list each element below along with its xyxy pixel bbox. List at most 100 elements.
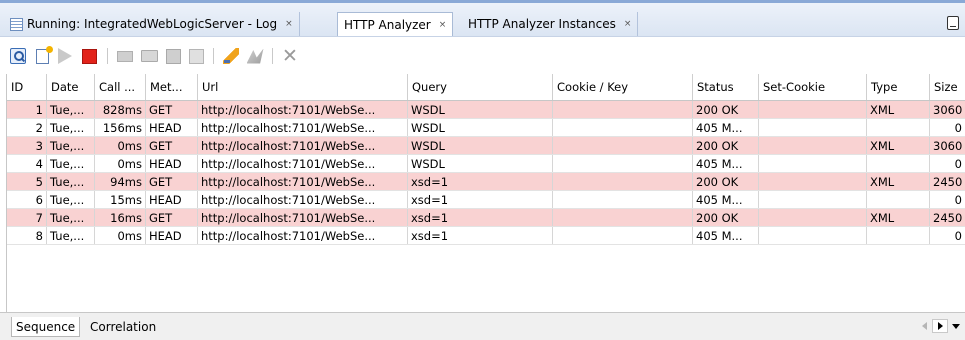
cell-query: xsd=1	[408, 227, 553, 245]
toolbar-separator	[213, 48, 214, 64]
cell-status: 405 M...	[693, 119, 759, 137]
replay-icon[interactable]	[246, 47, 264, 65]
cell-call-time: 94ms	[95, 173, 146, 191]
column-cookie-key[interactable]: Cookie / Key	[553, 74, 693, 100]
column-method[interactable]: Met...	[146, 74, 198, 100]
clear-icon[interactable]	[116, 47, 134, 65]
table-header: ID Date Call ... Met... Url Query Cookie…	[7, 74, 965, 101]
table-row[interactable]: 2 Tue,... 156ms HEAD http://localhost:7101/W…	[7, 119, 965, 137]
cell-type: XML	[867, 173, 930, 191]
cell-cookie-key	[553, 191, 693, 209]
cell-size: 2450	[930, 209, 965, 227]
save-icon[interactable]	[164, 47, 182, 65]
column-set-cookie[interactable]: Set-Cookie	[759, 74, 867, 100]
cell-size: 0	[930, 191, 965, 209]
cell-method: GET	[146, 209, 198, 227]
cell-method: GET	[146, 101, 198, 119]
cell-url: http://localhost:7101/WebSe...	[198, 191, 408, 209]
table-row[interactable]: 8 Tue,... 0ms HEAD http://localhost:7101/Web…	[7, 227, 965, 245]
delete-icon[interactable]: ✕	[281, 47, 299, 66]
cell-query: xsd=1	[408, 173, 553, 191]
column-call[interactable]: Call ...	[95, 74, 146, 100]
analyzer-toolbar: ✕	[0, 36, 965, 73]
search-icon[interactable]	[9, 47, 27, 65]
cell-method: HEAD	[146, 191, 198, 209]
cell-call-time: 0ms	[95, 227, 146, 245]
tab-list-dropdown-icon[interactable]	[950, 320, 962, 332]
cell-query: xsd=1	[408, 191, 553, 209]
cell-call-time: 156ms	[95, 119, 146, 137]
cell-url: http://localhost:7101/WebSe...	[198, 227, 408, 245]
cell-call-time: 0ms	[95, 155, 146, 173]
column-query[interactable]: Query	[408, 74, 553, 100]
cell-type	[867, 191, 930, 209]
tab-bar-accent	[0, 0, 965, 3]
cell-set-cookie	[759, 227, 867, 245]
cell-method: GET	[146, 173, 198, 191]
tab-sequence[interactable]: Sequence	[11, 317, 81, 337]
cell-query: WSDL	[408, 119, 553, 137]
column-date[interactable]: Date	[47, 74, 95, 100]
cell-date: Tue,...	[47, 101, 95, 119]
cell-date: Tue,...	[47, 191, 95, 209]
start-icon[interactable]	[56, 47, 74, 65]
column-type[interactable]: Type	[867, 74, 930, 100]
cell-url: http://localhost:7101/WebSe...	[198, 119, 408, 137]
toolbar-separator	[272, 48, 273, 64]
open-icon[interactable]	[140, 47, 158, 65]
cell-cookie-key	[553, 209, 693, 227]
tab-http-analyzer-instances[interactable]: HTTP Analyzer Instances ×	[462, 12, 639, 36]
cell-status: 405 M...	[693, 155, 759, 173]
minimize-icon[interactable]	[947, 16, 959, 30]
cell-cookie-key	[553, 101, 693, 119]
cell-url: http://localhost:7101/WebSe...	[198, 173, 408, 191]
table-row[interactable]: 1 Tue,... 828ms GET http://localhost:7101/We…	[7, 101, 965, 119]
new-request-icon[interactable]	[33, 45, 53, 65]
cell-size: 0	[930, 119, 965, 137]
cell-date: Tue,...	[47, 209, 95, 227]
tab-weblogic-log[interactable]: Running: IntegratedWebLogicServer - Log …	[4, 12, 300, 36]
tab-correlation[interactable]: Correlation	[86, 317, 160, 337]
cell-id: 5	[7, 173, 47, 191]
cell-url: http://localhost:7101/WebSe...	[198, 155, 408, 173]
edit-request-icon[interactable]	[222, 47, 240, 65]
cell-date: Tue,...	[47, 119, 95, 137]
close-icon[interactable]: ×	[285, 19, 293, 29]
cell-status: 200 OK	[693, 209, 759, 227]
cell-id: 8	[7, 227, 47, 245]
cell-status: 405 M...	[693, 227, 759, 245]
scroll-left-icon[interactable]	[918, 320, 930, 332]
table-row[interactable]: 5 Tue,... 94ms GET http://localhost:7101/Web…	[7, 173, 965, 191]
cell-date: Tue,...	[47, 155, 95, 173]
cell-type	[867, 227, 930, 245]
tab-http-analyzer[interactable]: HTTP Analyzer ×	[337, 12, 454, 36]
http-message-table: ID Date Call ... Met... Url Query Cookie…	[6, 74, 965, 312]
cell-call-time: 0ms	[95, 137, 146, 155]
column-status[interactable]: Status	[693, 74, 759, 100]
cell-status: 200 OK	[693, 137, 759, 155]
table-row[interactable]: 3 Tue,... 0ms GET http://localhost:7101/WebS…	[7, 137, 965, 155]
cell-cookie-key	[553, 137, 693, 155]
cell-size: 0	[930, 155, 965, 173]
close-icon[interactable]: ×	[624, 19, 632, 29]
cell-status: 200 OK	[693, 173, 759, 191]
tab-label: Running: IntegratedWebLogicServer - Log	[27, 17, 278, 31]
table-row[interactable]: 4 Tue,... 0ms HEAD http://localhost:7101/Web…	[7, 155, 965, 173]
column-url[interactable]: Url	[198, 74, 408, 100]
cell-query: WSDL	[408, 137, 553, 155]
cell-set-cookie	[759, 209, 867, 227]
column-id[interactable]: ID	[7, 74, 47, 100]
stop-icon[interactable]	[80, 47, 98, 65]
close-icon[interactable]: ×	[439, 20, 447, 30]
table-row[interactable]: 7 Tue,... 16ms GET http://localhost:7101/Web…	[7, 209, 965, 227]
column-size[interactable]: Size	[930, 74, 965, 100]
cell-query: WSDL	[408, 101, 553, 119]
scroll-right-icon[interactable]	[932, 319, 948, 333]
cell-method: HEAD	[146, 119, 198, 137]
table-row[interactable]: 6 Tue,... 15ms HEAD http://localhost:7101/We…	[7, 191, 965, 209]
cell-type: XML	[867, 137, 930, 155]
cell-size: 0	[930, 227, 965, 245]
cell-size: 3060	[930, 101, 965, 119]
cell-method: HEAD	[146, 227, 198, 245]
find-icon[interactable]	[187, 47, 205, 65]
